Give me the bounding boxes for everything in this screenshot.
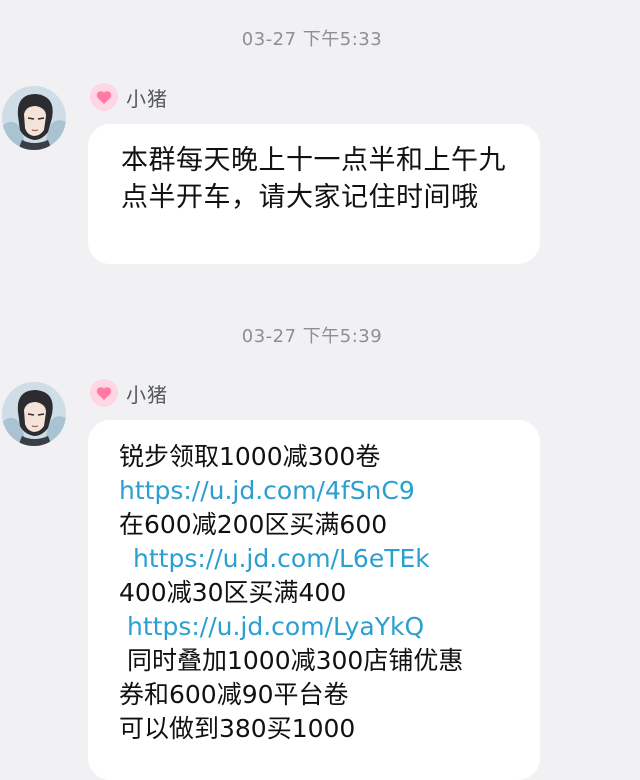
sender-name: 小猪	[126, 86, 168, 111]
message-timestamp: 03-27 下午5:39	[241, 326, 383, 347]
avatar[interactable]	[2, 382, 66, 446]
message-text: 本群每天晚上十一点半和上午九点半开车，请大家记住时间哦	[121, 145, 506, 213]
message-link[interactable]: https://u.jd.com/L6eTEk	[119, 542, 520, 576]
message-link[interactable]: https://u.jd.com/LyaYkQ	[119, 610, 520, 644]
message-line: 锐步领取1000减300卷	[119, 442, 381, 471]
sender-name: 小猪	[126, 382, 168, 407]
message-line: 在600减200区买满600	[119, 510, 388, 539]
message-timestamp: 03-27 下午5:33	[241, 29, 383, 50]
message-bubble[interactable]: 本群每天晚上十一点半和上午九点半开车，请大家记住时间哦	[88, 124, 540, 264]
sender[interactable]: 小猪	[90, 82, 168, 112]
avatar[interactable]	[2, 86, 66, 150]
heart-icon	[90, 83, 118, 111]
message-link[interactable]: https://u.jd.com/4fSnC9	[119, 474, 520, 508]
message-line: 400减30区买满400	[119, 578, 347, 607]
message-line: 可以做到380买1000	[119, 714, 356, 743]
heart-icon	[90, 379, 118, 407]
sender[interactable]: 小猪	[90, 378, 168, 408]
message-line: 券和600减90平台卷	[119, 680, 349, 709]
message-line: 同时叠加1000减300店铺优惠	[127, 646, 464, 675]
message-bubble[interactable]: 锐步领取1000减300卷 https://u.jd.com/4fSnC9 在6…	[88, 420, 540, 780]
